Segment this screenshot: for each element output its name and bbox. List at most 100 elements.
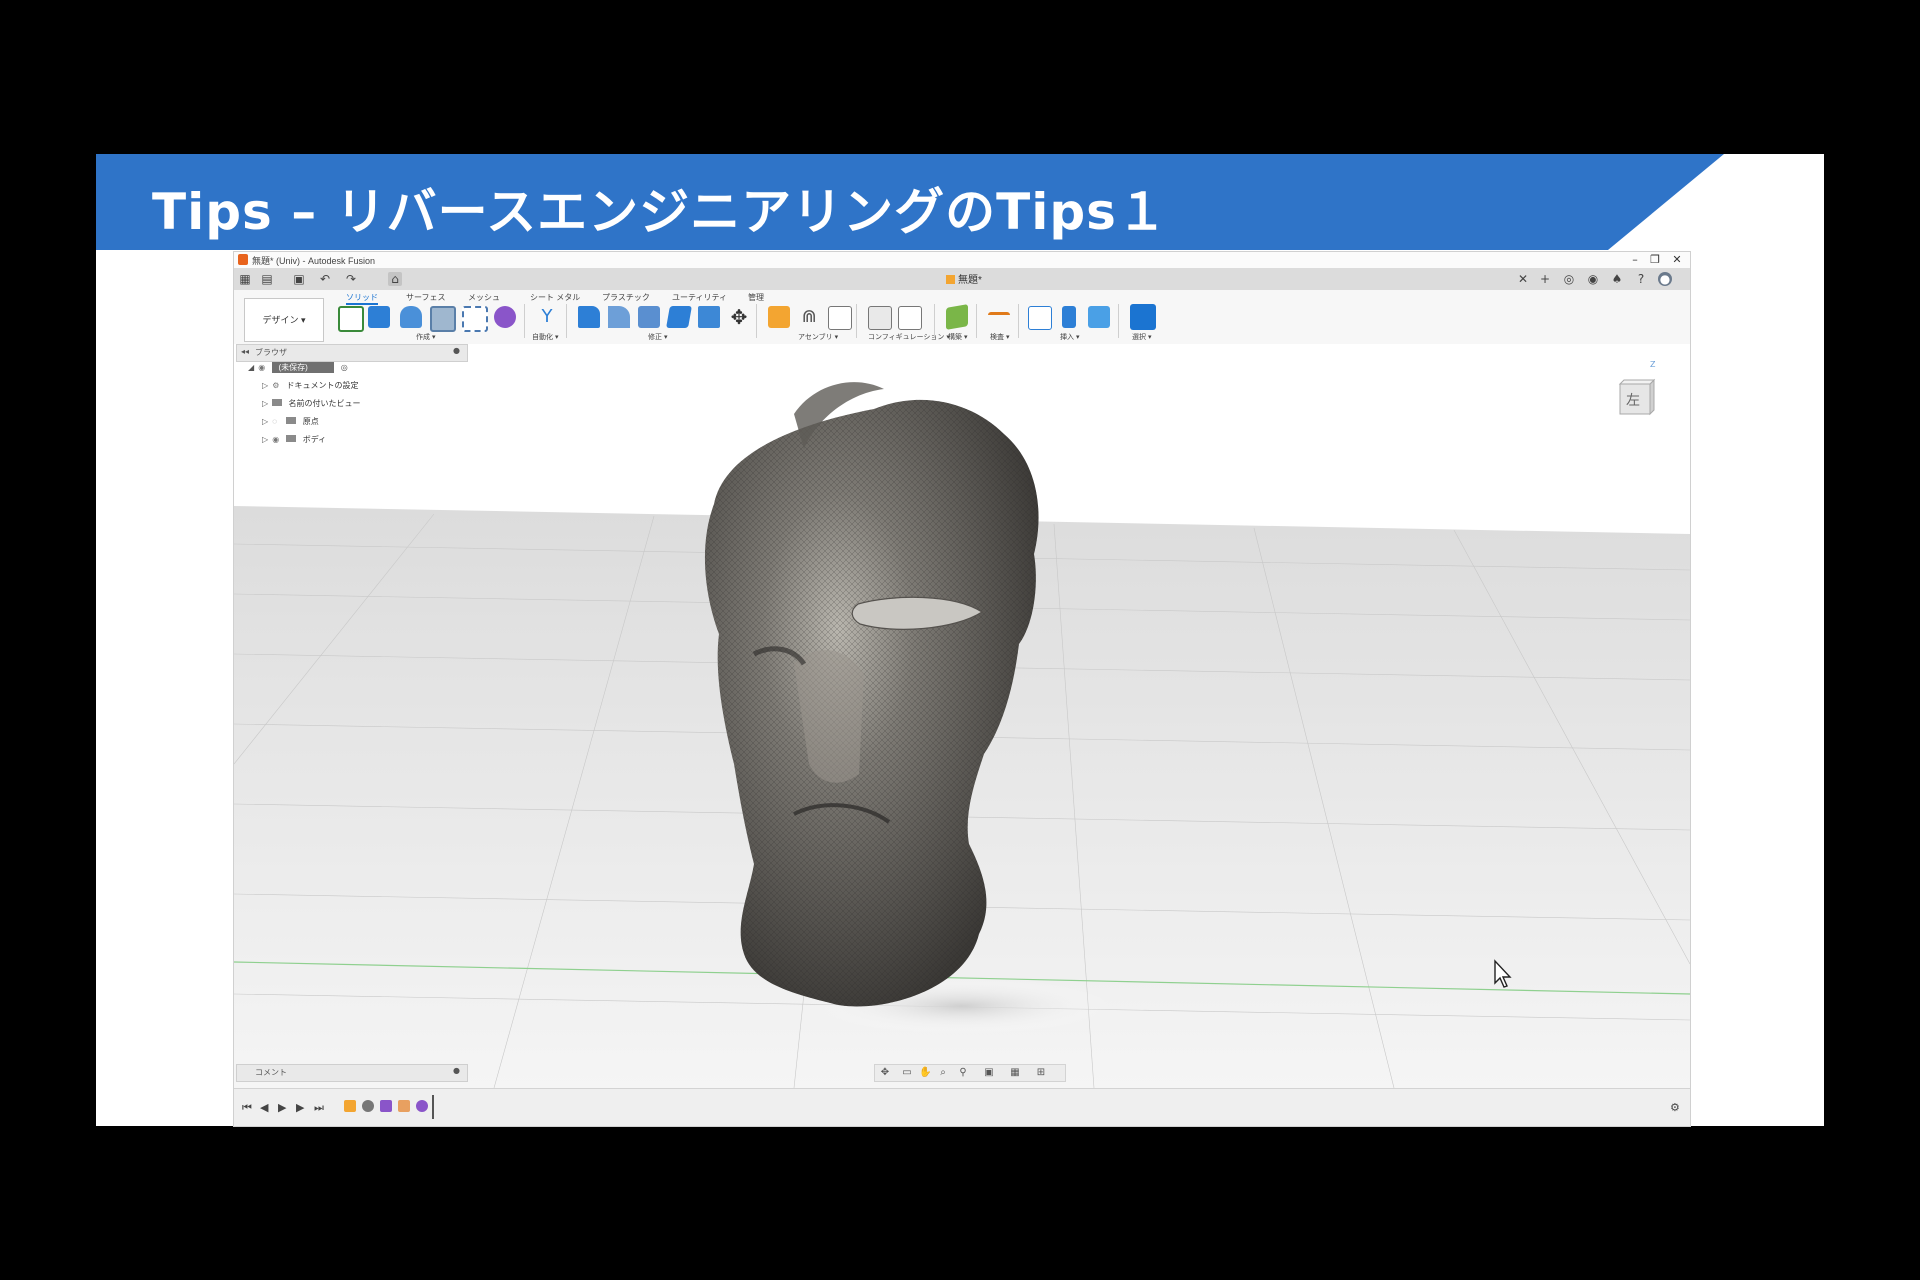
extensions-icon[interactable]: ◉: [1586, 272, 1600, 286]
canvas-icon[interactable]: [1088, 306, 1110, 328]
browser-pin-icon[interactable]: ●: [453, 346, 460, 355]
close-window-icon[interactable]: ✕: [1666, 253, 1688, 266]
workspace-switcher-button[interactable]: デザイン ▾: [244, 298, 324, 342]
insert-mesh-icon[interactable]: [1062, 306, 1076, 328]
look-at-icon[interactable]: ▭: [901, 1067, 913, 1079]
viewports-icon[interactable]: ⊞: [1035, 1067, 1047, 1079]
configuration-table-icon[interactable]: [898, 306, 922, 330]
timeline-settings-gear-icon[interactable]: ⚙: [1670, 1101, 1680, 1114]
visibility-eye-icon[interactable]: ◉: [272, 435, 284, 444]
viewport-canvas[interactable]: [234, 344, 1690, 1088]
expand-icon[interactable]: ▷: [262, 381, 270, 390]
orbit-icon[interactable]: ✥: [879, 1067, 891, 1079]
revolve-icon[interactable]: [400, 306, 422, 328]
help-icon[interactable]: ?: [1634, 272, 1648, 286]
comments-panel[interactable]: コメント ●: [236, 1064, 468, 1082]
tab-sheet-metal[interactable]: シート メタル: [530, 292, 580, 303]
tab-surface[interactable]: サーフェス: [406, 292, 446, 303]
browser-item-named-views[interactable]: ▷ 名前の付いたビュー: [262, 398, 360, 412]
timeline-feature-move[interactable]: [362, 1100, 374, 1112]
visibility-eye-icon[interactable]: ◌: [272, 417, 284, 426]
group-create[interactable]: 作成 ▾: [416, 332, 435, 342]
tab-utility[interactable]: ユーティリティ: [672, 292, 727, 303]
zoom-icon[interactable]: ⌕: [937, 1067, 949, 1079]
go-to-start-icon[interactable]: ⏮: [242, 1101, 252, 1115]
press-pull-icon[interactable]: [578, 306, 600, 328]
go-to-end-icon[interactable]: ⏭: [314, 1101, 324, 1115]
tab-plastic[interactable]: プラスチック: [602, 292, 650, 303]
close-tab-icon[interactable]: ✕: [1516, 272, 1530, 286]
3d-viewport[interactable]: 左 Z: [234, 344, 1690, 1088]
timeline-feature-form-2[interactable]: [416, 1100, 428, 1112]
create-sketch-icon[interactable]: [338, 306, 364, 332]
group-assemble[interactable]: アセンブリ ▾: [798, 332, 838, 342]
tab-manage[interactable]: 管理: [748, 292, 764, 303]
group-configuration[interactable]: コンフィギュレーション ▾: [868, 332, 950, 342]
bill-of-materials-icon[interactable]: [828, 306, 852, 330]
measure-icon[interactable]: [988, 312, 1010, 329]
group-inspect[interactable]: 検査 ▾: [990, 332, 1009, 342]
form-icon[interactable]: [462, 306, 488, 332]
automate-icon[interactable]: Y: [536, 306, 558, 328]
step-forward-icon[interactable]: ▶: [296, 1101, 304, 1114]
move-copy-icon[interactable]: ✥: [728, 306, 750, 328]
activate-radio-icon[interactable]: ◎: [341, 363, 348, 372]
restore-icon[interactable]: ❐: [1644, 253, 1666, 266]
undo-icon[interactable]: ↶: [318, 272, 332, 286]
hole-icon[interactable]: [430, 306, 456, 332]
configure-icon[interactable]: [868, 306, 892, 330]
save-icon[interactable]: ▣: [292, 272, 306, 286]
collapse-browser-icon[interactable]: ◂◂: [241, 347, 249, 356]
timeline-feature-mesh[interactable]: [398, 1100, 410, 1112]
new-component-icon[interactable]: [768, 306, 790, 328]
jobs-icon[interactable]: ◎: [1562, 272, 1576, 286]
group-automate[interactable]: 自動化 ▾: [532, 332, 558, 342]
step-back-icon[interactable]: ◀: [260, 1101, 268, 1114]
apps-grid-icon[interactable]: ▦: [238, 272, 252, 286]
joint-icon[interactable]: ⋒: [798, 306, 820, 328]
group-select[interactable]: 選択 ▾: [1132, 332, 1151, 342]
timeline-feature-form[interactable]: [380, 1100, 392, 1112]
notifications-icon[interactable]: ♠: [1610, 272, 1624, 286]
insert-derive-icon[interactable]: [1028, 306, 1052, 330]
expand-icon[interactable]: ▷: [262, 435, 270, 444]
extrude-icon[interactable]: [368, 306, 390, 328]
minimize-icon[interactable]: –: [1624, 253, 1646, 266]
account-avatar-icon[interactable]: ●: [1658, 272, 1672, 286]
play-icon[interactable]: ▶: [278, 1101, 286, 1114]
group-insert[interactable]: 挿入 ▾: [1060, 332, 1079, 342]
browser-item-bodies[interactable]: ▷ ◉ ボディ: [262, 434, 326, 448]
combine-icon[interactable]: [698, 306, 720, 328]
redo-icon[interactable]: ↷: [344, 272, 358, 286]
viewcube[interactable]: 左 Z: [1614, 360, 1655, 416]
group-construct[interactable]: 構築 ▾: [948, 332, 967, 342]
tab-mesh[interactable]: メッシュ: [468, 292, 500, 303]
select-icon[interactable]: [1130, 304, 1156, 330]
browser-root-row[interactable]: ◢ ◉ (未保存) ◎: [248, 362, 348, 376]
timeline-feature-component[interactable]: [344, 1100, 356, 1112]
comments-add-icon[interactable]: ●: [453, 1066, 460, 1075]
tab-solid[interactable]: ソリッド: [346, 292, 378, 305]
visibility-eye-icon[interactable]: ◉: [258, 363, 270, 372]
fillet-icon[interactable]: [608, 306, 630, 328]
expand-icon[interactable]: ▷: [262, 417, 270, 426]
file-menu-icon[interactable]: ▤: [260, 272, 274, 286]
shell-icon[interactable]: [666, 306, 692, 328]
new-tab-icon[interactable]: +: [1538, 272, 1552, 286]
timeline-marker[interactable]: [432, 1095, 434, 1119]
chamfer-icon[interactable]: [638, 306, 660, 328]
group-modify[interactable]: 修正 ▾: [648, 332, 667, 342]
grid-settings-icon[interactable]: ▦: [1009, 1067, 1021, 1079]
document-tab[interactable]: 無題*: [946, 271, 982, 286]
expand-icon[interactable]: ▷: [262, 399, 270, 408]
browser-item-document-settings[interactable]: ▷ ⚙ ドキュメントの設定: [262, 380, 358, 394]
expand-icon[interactable]: ◢: [248, 363, 256, 372]
home-icon[interactable]: ⌂: [388, 272, 402, 286]
offset-plane-icon[interactable]: [946, 304, 968, 330]
primitive-icon[interactable]: [494, 306, 516, 328]
display-settings-icon[interactable]: ▣: [983, 1067, 995, 1079]
browser-item-origin[interactable]: ▷ ◌ 原点: [262, 416, 319, 430]
browser-panel-header[interactable]: ◂◂ ブラウザ ●: [236, 344, 468, 362]
pan-icon[interactable]: ✋: [919, 1067, 931, 1079]
fit-icon[interactable]: ⚲: [957, 1067, 969, 1079]
